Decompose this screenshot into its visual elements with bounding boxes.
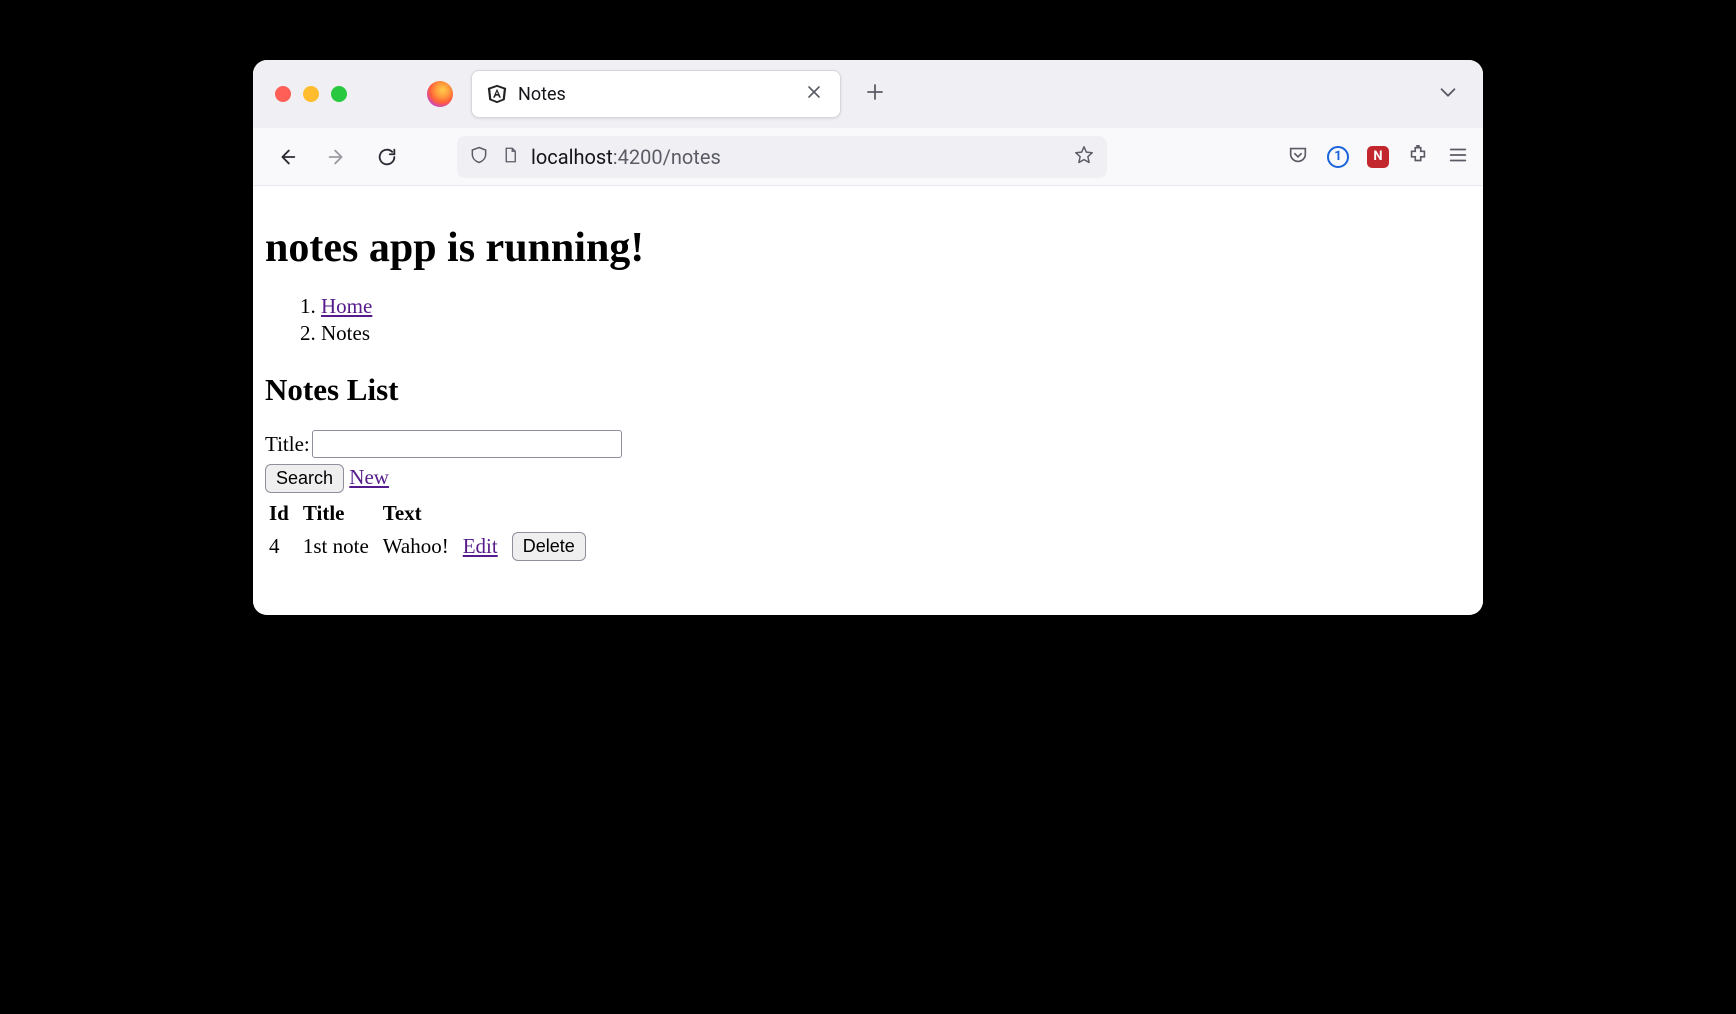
- maximize-window-button[interactable]: [331, 86, 347, 102]
- window-controls: [275, 86, 347, 102]
- list-all-tabs-button[interactable]: [1437, 81, 1459, 107]
- noscript-icon[interactable]: N: [1367, 146, 1389, 168]
- col-actions: [459, 499, 508, 528]
- pocket-icon[interactable]: [1287, 144, 1309, 170]
- onepassword-icon[interactable]: 1: [1327, 146, 1349, 168]
- title-label: Title:: [265, 432, 310, 457]
- new-link[interactable]: New: [349, 465, 389, 489]
- col-title: Title: [299, 499, 379, 528]
- col-id: Id: [265, 499, 299, 528]
- page-content: notes app is running! Home Notes Notes L…: [253, 186, 1483, 615]
- url-host: localhost: [531, 145, 613, 169]
- navigation-toolbar: localhost:4200/notes 1 N: [253, 128, 1483, 186]
- delete-button[interactable]: Delete: [512, 532, 586, 561]
- breadcrumb-item-home: Home: [321, 294, 1471, 319]
- action-row: Search New: [265, 464, 1471, 493]
- menu-icon[interactable]: [1447, 144, 1469, 170]
- cell-delete: Delete: [508, 528, 596, 565]
- shield-icon[interactable]: [469, 145, 489, 169]
- col-actions2: [508, 499, 596, 528]
- home-link[interactable]: Home: [321, 294, 372, 318]
- angular-icon: [486, 83, 508, 105]
- notes-table: Id Title Text 4 1st note Wahoo! Edit Del…: [265, 499, 596, 565]
- new-tab-button[interactable]: [859, 73, 891, 115]
- cell-title: 1st note: [299, 528, 379, 565]
- cell-text: Wahoo!: [379, 528, 459, 565]
- back-button[interactable]: [267, 137, 307, 177]
- url-text: localhost:4200/notes: [531, 145, 721, 169]
- minimize-window-button[interactable]: [303, 86, 319, 102]
- browser-window: Notes localhos: [253, 60, 1483, 615]
- close-window-button[interactable]: [275, 86, 291, 102]
- search-button[interactable]: Search: [265, 464, 344, 493]
- page-heading: notes app is running!: [265, 224, 1471, 272]
- col-text: Text: [379, 499, 459, 528]
- forward-button[interactable]: [317, 137, 357, 177]
- table-header-row: Id Title Text: [265, 499, 596, 528]
- breadcrumb: Home Notes: [265, 294, 1471, 346]
- reload-button[interactable]: [367, 137, 407, 177]
- edit-link[interactable]: Edit: [463, 534, 498, 558]
- url-path: :4200/notes: [613, 145, 721, 169]
- page-info-icon[interactable]: [501, 146, 519, 168]
- cell-id: 4: [265, 528, 299, 565]
- title-input[interactable]: [312, 430, 622, 458]
- browser-tab[interactable]: Notes: [471, 70, 841, 118]
- tab-title: Notes: [518, 84, 792, 105]
- tab-close-button[interactable]: [802, 80, 826, 109]
- cell-edit: Edit: [459, 528, 508, 565]
- breadcrumb-item-notes: Notes: [321, 321, 1471, 346]
- bookmark-star-icon[interactable]: [1073, 144, 1095, 170]
- table-row: 4 1st note Wahoo! Edit Delete: [265, 528, 596, 565]
- firefox-icon: [427, 81, 453, 107]
- toolbar-right: 1 N: [1287, 144, 1469, 170]
- tab-bar: Notes: [253, 60, 1483, 128]
- search-form: Title:: [265, 430, 1471, 458]
- extensions-icon[interactable]: [1407, 144, 1429, 170]
- address-bar[interactable]: localhost:4200/notes: [457, 136, 1107, 178]
- section-heading: Notes List: [265, 372, 1471, 408]
